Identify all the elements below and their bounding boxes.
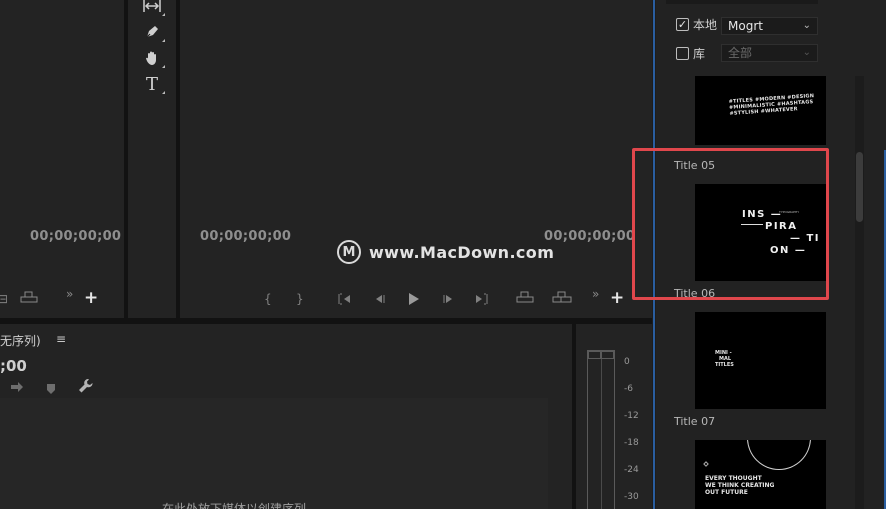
mark-in-button[interactable]: { [264, 293, 272, 305]
template-preview-text: EVERY THOUGHT WE THINK CREATING OUT FUTU… [705, 475, 774, 496]
mark-out-button[interactable]: } [296, 293, 304, 305]
chevron-down-icon: ⌄ [802, 20, 811, 31]
go-to-in-button[interactable] [338, 293, 352, 307]
overwrite-button[interactable] [552, 291, 572, 305]
macdown-logo-icon: M [337, 240, 361, 264]
timeline-timecode[interactable]: ;00 [0, 357, 27, 375]
type-tool-glyph: T [145, 73, 158, 95]
panel-menu-icon[interactable]: ≡ [56, 332, 66, 346]
scrollbar-thumb[interactable] [856, 152, 863, 222]
db-label: -24 [624, 465, 639, 475]
highlight-annotation [632, 148, 829, 300]
local-source-select[interactable]: Mogrt ⌄ [721, 17, 818, 35]
meter-channel-divider [601, 359, 602, 509]
track-select-icon[interactable] [141, 0, 165, 16]
source-timecode[interactable]: 00;00;00;00 [30, 229, 121, 244]
meter-peak-right [601, 351, 614, 359]
program-monitor-panel: 00;00;00;00 00;00;00;00 { } » + [180, 0, 652, 318]
type-tool-icon[interactable]: T [141, 73, 165, 95]
template-label: Title 07 [674, 415, 716, 428]
panel-header-edge [666, 0, 818, 4]
export-frame-icon[interactable]: ⊟ [0, 293, 8, 305]
source-monitor-panel: 00;00;00;00 ⊟ » + [0, 0, 124, 318]
local-checkbox-label: 本地 [693, 18, 718, 32]
db-label: -18 [624, 438, 639, 448]
db-label: -12 [624, 411, 639, 421]
insert-clip-icon[interactable] [20, 291, 38, 305]
watermark: M www.MacDown.com [337, 240, 554, 264]
meter-peak-left [588, 351, 601, 359]
watermark-text: www.MacDown.com [369, 242, 555, 262]
drop-media-hint: 在此处放下媒体以创建序列 [162, 502, 307, 509]
preview-line: TITLES [715, 362, 734, 368]
source-add-button[interactable]: + [84, 290, 98, 307]
template-preview-text: #TITLES #MODERN #DESIGN #MINIMALISTIC #H… [728, 93, 815, 117]
local-select-value: Mogrt [728, 19, 763, 33]
timeline-drop-area[interactable] [0, 398, 548, 509]
db-label: -30 [624, 492, 639, 502]
preview-diamond-shape [703, 461, 709, 467]
program-duration-timecode: 00;00;00;00 [544, 229, 636, 244]
library-checkbox-label: 库 [693, 47, 706, 61]
template-thumbnail-title-07[interactable]: EVERY THOUGHT WE THINK CREATING OUT FUTU… [695, 440, 826, 509]
library-source-select[interactable]: 全部 ⌄ [721, 44, 818, 62]
linked-selection-icon[interactable] [10, 379, 24, 398]
step-back-button[interactable] [372, 293, 386, 307]
insert-button[interactable] [516, 291, 534, 305]
local-checkbox[interactable]: ✓ [676, 18, 689, 31]
preview-line: WE THINK CREATING [705, 482, 775, 489]
library-checkbox[interactable] [676, 47, 689, 60]
program-add-button[interactable]: + [610, 290, 624, 307]
timeline-tab-title[interactable]: 无序列) [0, 332, 41, 349]
preview-arc-shape [747, 440, 811, 470]
program-overflow-button[interactable]: » [592, 288, 599, 300]
db-label: -6 [624, 384, 633, 394]
library-filter-row: 库 [676, 45, 705, 62]
chevron-down-icon: ⌄ [802, 47, 811, 58]
source-overflow-button[interactable]: » [66, 288, 73, 300]
pen-tool-icon[interactable] [141, 22, 165, 42]
local-filter-row: ✓ 本地 [676, 16, 717, 33]
template-preview-text: MINI - MAL TITLES [715, 350, 734, 368]
preview-line: OUT FUTURE [705, 489, 748, 496]
tools-panel: T [128, 0, 176, 318]
templates-scrollbar[interactable] [855, 76, 864, 509]
wrench-icon[interactable] [78, 378, 94, 398]
program-playhead-timecode[interactable]: 00;00;00;00 [200, 229, 291, 244]
go-to-out-button[interactable] [474, 293, 490, 307]
audio-meter-panel: 0 -6 -12 -18 -24 -30 [576, 324, 652, 509]
timeline-panel: 无序列) ≡ ;00 在此处放下媒体以创建序列 [0, 324, 572, 509]
library-select-value: 全部 [728, 46, 753, 60]
play-button[interactable] [406, 292, 420, 308]
template-thumbnail-title-06[interactable]: MINI - MAL TITLES [695, 312, 826, 409]
step-forward-button[interactable] [442, 293, 456, 307]
audio-meter [587, 350, 615, 509]
preview-line: EVERY THOUGHT [705, 475, 762, 482]
hand-tool-icon[interactable] [141, 48, 165, 68]
template-thumbnail-title-04[interactable]: #TITLES #MODERN #DESIGN #MINIMALISTIC #H… [695, 76, 826, 145]
add-marker-icon[interactable] [46, 380, 56, 399]
db-label: 0 [624, 357, 630, 367]
